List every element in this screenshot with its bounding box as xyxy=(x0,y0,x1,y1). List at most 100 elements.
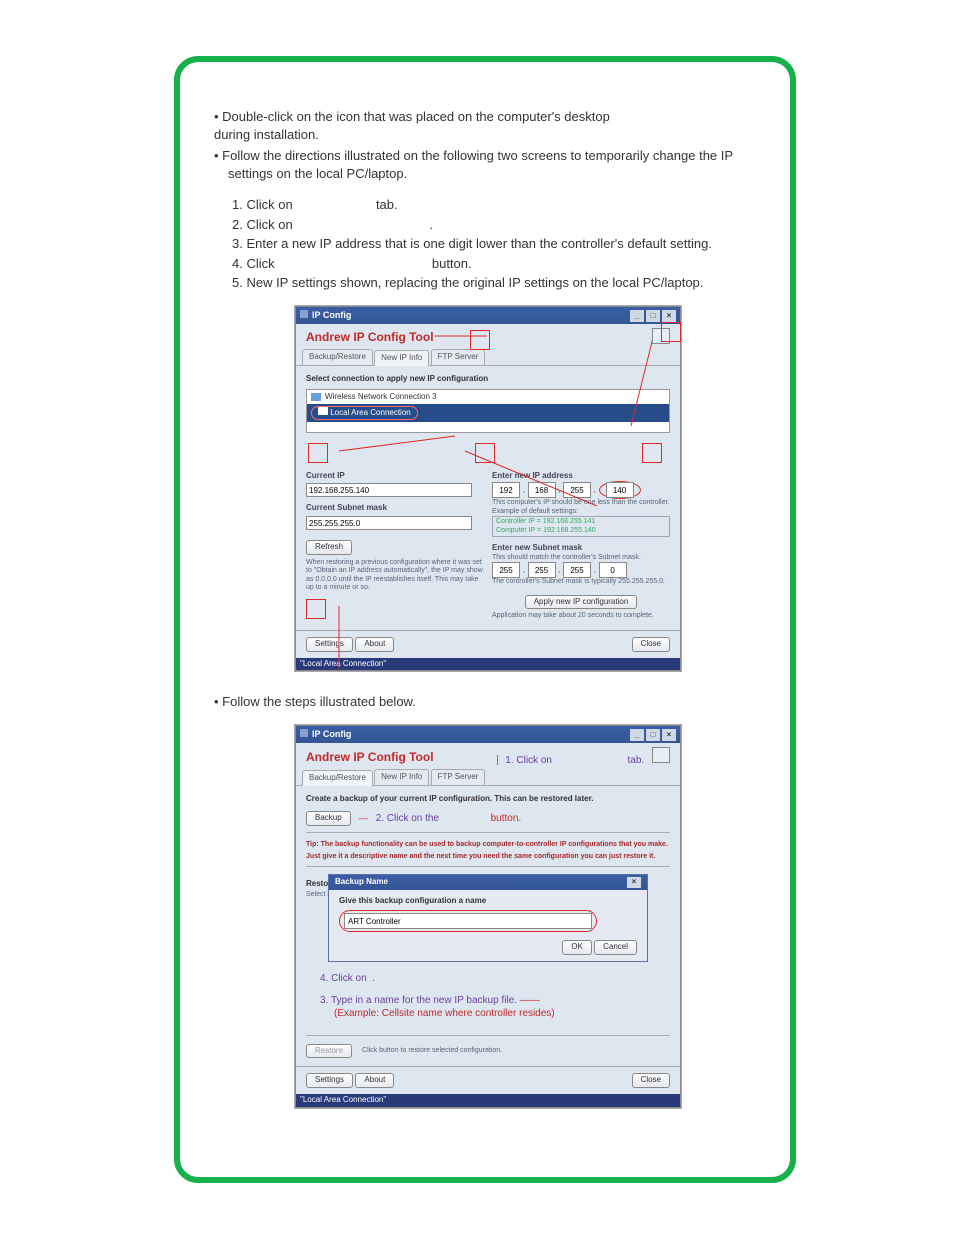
backup-button[interactable]: Backup xyxy=(306,811,351,826)
current-mask-label: Current Subnet mask xyxy=(306,503,484,514)
mid-bullets: Follow the steps illustrated below. xyxy=(206,693,768,711)
minimize-icon[interactable]: _ xyxy=(630,310,644,322)
new-mask-label: Enter new Subnet mask xyxy=(492,543,670,554)
step-1: 1. Click on tab. xyxy=(232,196,768,214)
text: button. xyxy=(491,813,522,824)
backup-name-input[interactable] xyxy=(344,913,592,929)
numbered-steps: 1. Click on tab. 2. Click on . 3. Enter … xyxy=(232,196,768,292)
maximize-icon[interactable]: □ xyxy=(646,729,660,741)
about-button[interactable]: About xyxy=(355,637,394,652)
restore-hint: Click button to restore selected configu… xyxy=(362,1047,502,1055)
text: 1. Click on xyxy=(232,197,296,212)
text: 2. Click on the xyxy=(376,813,442,824)
callout-text: 2. Click on the button. xyxy=(376,812,522,826)
dialog-titlebar[interactable]: Backup Name × xyxy=(329,875,647,890)
ip-octet[interactable] xyxy=(563,482,591,498)
window-title: IP Config xyxy=(312,729,351,739)
text: 1. Click on xyxy=(505,755,554,766)
create-backup-label: Create a backup of your current IP confi… xyxy=(306,794,670,805)
logo-icon xyxy=(652,747,670,763)
ip-octet[interactable] xyxy=(492,562,520,578)
callout-text: 3. Type in a name for the new IP backup … xyxy=(320,994,656,1008)
current-mask-field xyxy=(306,516,472,530)
tabs: Backup/Restore New IP Info FTP Server xyxy=(296,349,680,366)
close-icon[interactable]: × xyxy=(662,729,676,741)
window-titlebar[interactable]: IP Config _□× xyxy=(296,307,680,324)
ip-octet[interactable] xyxy=(492,482,520,498)
step-5: 5. New IP settings shown, replacing the … xyxy=(232,274,768,292)
list-item[interactable]: Wireless Network Connection 3 xyxy=(307,390,669,405)
list-item-selected[interactable]: Local Area Connection xyxy=(307,404,669,422)
new-ip-label: Enter new IP address xyxy=(492,471,670,482)
text: 4. Click xyxy=(232,256,278,271)
connection-list[interactable]: Wireless Network Connection 3 Local Area… xyxy=(306,389,670,433)
text: . xyxy=(430,217,434,232)
text: Local Area Connection xyxy=(330,408,411,417)
select-connection-label: Select connection to apply new IP config… xyxy=(306,374,670,385)
cancel-button[interactable]: Cancel xyxy=(594,940,637,955)
backup-name-dialog: Backup Name × Give this backup configura… xyxy=(328,874,648,962)
network-icon xyxy=(318,407,328,415)
window-controls[interactable]: _□× xyxy=(628,728,676,741)
tab-new-ip-info[interactable]: New IP Info xyxy=(374,769,429,785)
ok-button[interactable]: OK xyxy=(562,940,592,955)
text: The controller's Subnet mask is typicall… xyxy=(492,578,670,586)
tab-backup-restore[interactable]: Backup/Restore xyxy=(302,349,373,365)
close-button[interactable]: Close xyxy=(632,637,670,652)
new-mask-input[interactable]: . . . xyxy=(492,562,670,578)
close-icon[interactable]: × xyxy=(627,877,641,888)
text: tab. xyxy=(376,197,398,212)
status-bar: "Local Area Connection" xyxy=(296,658,680,671)
about-button[interactable]: About xyxy=(355,1073,394,1088)
ip-octet[interactable] xyxy=(599,562,627,578)
text: This should match the controller's Subne… xyxy=(492,554,670,562)
callout-marker xyxy=(642,443,662,463)
step-4: 4. Click button. xyxy=(232,255,768,273)
refresh-button[interactable]: Refresh xyxy=(306,540,352,555)
dialog-title: Backup Name xyxy=(335,877,388,888)
text: Controller IP = 192.168.255.141 xyxy=(496,518,666,526)
text: Example of default settings: xyxy=(492,508,670,516)
current-ip-label: Current IP xyxy=(306,471,484,482)
callout-text: 1. Click on tab. xyxy=(497,755,647,766)
settings-button[interactable]: Settings xyxy=(306,637,353,652)
apply-ip-button[interactable]: Apply new IP configuration xyxy=(525,595,638,610)
text: Application may take about 20 seconds to… xyxy=(492,612,670,620)
ip-octet[interactable] xyxy=(563,562,591,578)
callout-marker xyxy=(475,443,495,463)
callout-marker xyxy=(308,443,328,463)
close-button[interactable]: Close xyxy=(632,1073,670,1088)
window-controls[interactable]: _□× xyxy=(628,309,676,322)
screenshot-2: IP Config _□× Andrew IP Config Tool 1. C… xyxy=(295,725,679,1108)
callout-marker xyxy=(306,599,326,619)
tab-backup-restore[interactable]: Backup/Restore xyxy=(302,770,373,786)
callout-text: (Example: Cellsite name where controller… xyxy=(334,1007,656,1021)
close-icon[interactable]: × xyxy=(662,310,676,322)
text: icon that was placed on the computer's d… xyxy=(336,109,609,124)
new-ip-input[interactable]: . . . xyxy=(492,481,670,499)
window-title: IP Config xyxy=(312,310,351,320)
ip-octet[interactable] xyxy=(606,482,634,498)
text: tab. xyxy=(628,755,645,766)
text: 4. Click on xyxy=(320,973,369,984)
intro-bullets: Double-click on the icon that was placed… xyxy=(206,108,768,182)
step-3: 3. Enter a new IP address that is one di… xyxy=(232,235,768,253)
callout-text: 4. Click on . xyxy=(320,972,656,986)
tab-ftp-server[interactable]: FTP Server xyxy=(431,349,486,365)
window-titlebar[interactable]: IP Config _□× xyxy=(296,726,680,743)
text: button. xyxy=(432,256,472,271)
ipconfig-window-2: IP Config _□× Andrew IP Config Tool 1. C… xyxy=(295,725,681,1108)
restore-button[interactable]: Restore xyxy=(306,1044,352,1059)
intro-bullet-1: Double-click on the icon that was placed… xyxy=(214,108,768,143)
text: Double-click on the xyxy=(222,109,336,124)
settings-button[interactable]: Settings xyxy=(306,1073,353,1088)
step-2: 2. Click on . xyxy=(232,216,768,234)
ip-octet[interactable] xyxy=(528,482,556,498)
tip-text: Tip: The backup functionality can be use… xyxy=(306,841,668,860)
refresh-hint: When restoring a previous configuration … xyxy=(306,559,484,593)
maximize-icon[interactable]: □ xyxy=(646,310,660,322)
minimize-icon[interactable]: _ xyxy=(630,729,644,741)
tab-new-ip-info[interactable]: New IP Info xyxy=(374,350,429,366)
ip-octet[interactable] xyxy=(528,562,556,578)
tab-ftp-server[interactable]: FTP Server xyxy=(431,769,486,785)
